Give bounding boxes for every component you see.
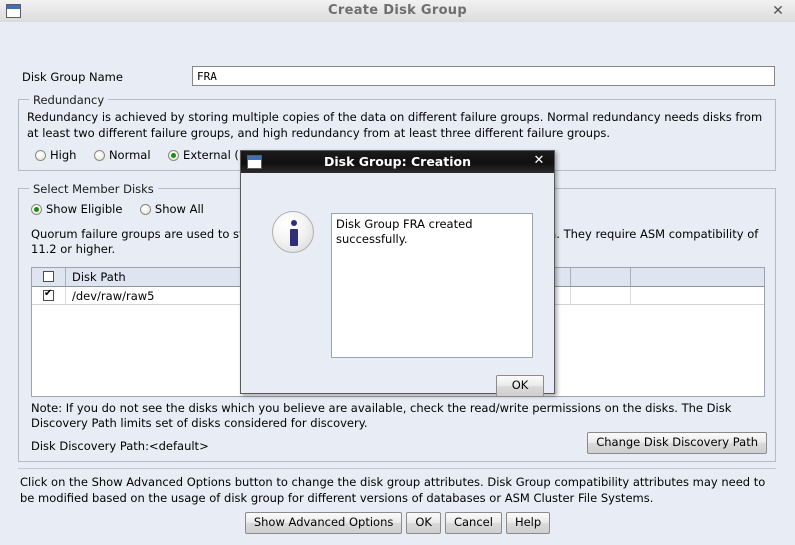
radio-show-all-label: Show All	[154, 202, 204, 216]
info-icon-dot	[291, 220, 297, 226]
cell-col3	[571, 287, 631, 304]
disk-discovery-path-label: Disk Discovery Path:<default>	[31, 439, 209, 453]
radio-show-eligible[interactable]: Show Eligible	[31, 202, 122, 216]
disk-group-creation-dialog: Disk Group: Creation ✕ Disk Group FRA cr…	[240, 150, 555, 397]
dialog-titlebar: Disk Group: Creation ✕	[241, 151, 554, 173]
close-icon[interactable]: ✕	[532, 154, 546, 168]
footer-divider	[18, 468, 776, 469]
disk-group-name-label: Disk Group Name	[22, 70, 123, 84]
disk-group-name-input[interactable]: FRA	[192, 66, 775, 86]
table-header-col3[interactable]	[571, 268, 631, 286]
row-select-checkbox-cell[interactable]	[32, 287, 66, 304]
cancel-button[interactable]: Cancel	[444, 512, 502, 534]
checkbox-icon[interactable]	[43, 271, 54, 282]
radio-show-all[interactable]: Show All	[139, 202, 204, 216]
close-icon[interactable]: ✕	[770, 3, 786, 19]
radio-high-label: High	[50, 148, 77, 162]
info-icon	[272, 211, 314, 253]
table-header-select-all[interactable]	[32, 268, 66, 286]
change-disk-discovery-path-button[interactable]: Change Disk Discovery Path	[587, 432, 767, 454]
radio-dot-selected-icon	[168, 150, 180, 161]
radio-high[interactable]: High	[35, 148, 76, 162]
dialog-ok-button[interactable]: OK	[496, 375, 544, 397]
member-disks-legend: Select Member Disks	[29, 182, 158, 196]
checkbox-checked-icon[interactable]	[43, 288, 54, 301]
redundancy-description: Redundancy is achieved by storing multip…	[27, 110, 763, 140]
radio-normal-label: Normal	[108, 148, 151, 162]
dialog-title: Disk Group: Creation	[324, 154, 471, 169]
radio-dot-selected-icon	[31, 204, 42, 215]
disk-filter-radio-group: Show Eligible Show All	[31, 202, 218, 216]
radio-dot-icon	[35, 150, 46, 161]
show-advanced-options-button[interactable]: Show Advanced Options	[244, 512, 403, 534]
radio-show-eligible-label: Show Eligible	[46, 202, 123, 216]
window-titlebar: Create Disk Group ✕	[0, 0, 795, 23]
radio-dot-icon	[139, 204, 151, 215]
table-header-col4[interactable]	[631, 268, 764, 286]
radio-normal[interactable]: Normal	[93, 148, 151, 162]
cell-col4	[631, 287, 764, 304]
help-button[interactable]: Help	[505, 512, 551, 534]
info-icon-stem	[290, 229, 298, 246]
dialog-message: Disk Group FRA created successfully.	[331, 213, 533, 358]
footer-description: Click on the Show Advanced Options butto…	[20, 475, 766, 505]
disk-note-text: Note: If you do not see the disks which …	[31, 401, 732, 430]
radio-dot-icon	[93, 150, 105, 161]
page-title: Create Disk Group	[328, 3, 467, 18]
dialog-body: Disk Group FRA created successfully. OK	[241, 173, 554, 397]
footer-button-bar: Show Advanced Options OK Cancel Help	[0, 512, 795, 534]
redundancy-legend: Redundancy	[29, 93, 109, 107]
ok-button[interactable]: OK	[406, 512, 441, 534]
